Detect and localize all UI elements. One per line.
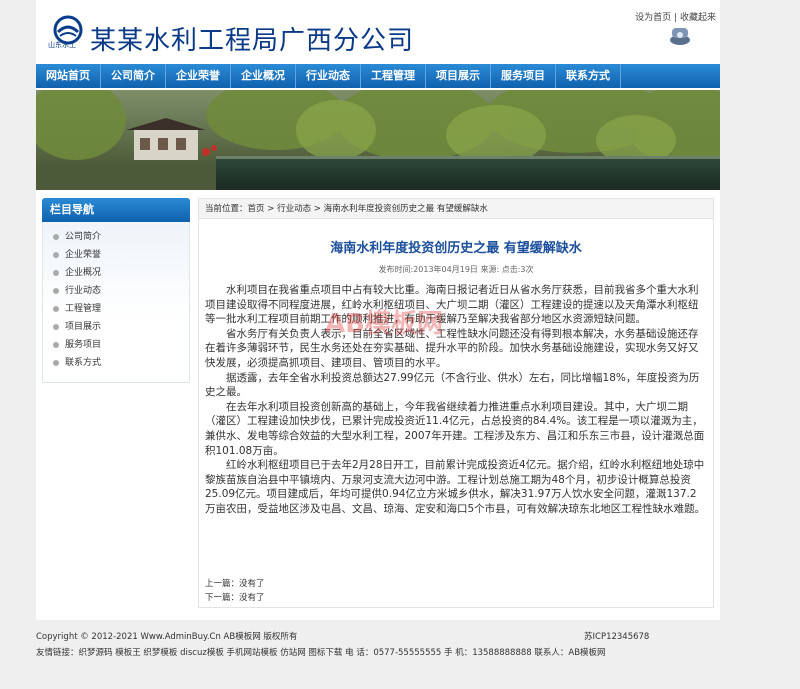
sidebar-list: 公司简介 企业荣誉 企业概况 行业动态 工程管理 项目展示 服务项目 联系方式 xyxy=(42,222,190,383)
sidebar-item-services[interactable]: 服务项目 xyxy=(53,336,189,354)
breadcrumb-home-link[interactable]: 首页 xyxy=(248,204,265,214)
top-links-separator: | xyxy=(674,13,678,23)
article-title: 海南水利年度投资创历史之最 有望缓解缺水 xyxy=(330,241,582,256)
bullet-icon xyxy=(53,323,59,330)
top-links: 设为首页 | 收藏起来 xyxy=(635,10,716,23)
sidebar-item-label: 企业概况 xyxy=(65,268,102,278)
nav-item-home[interactable]: 网站首页 xyxy=(36,64,101,88)
prev-article-link[interactable]: 上一篇：没有了 xyxy=(205,577,265,591)
banner-scene xyxy=(36,90,720,190)
breadcrumb: 当前位置：首页 > 行业动态 > 海南水利年度投资创历史之最 有望缓解缺水 xyxy=(199,199,713,219)
sidebar-item-project-management[interactable]: 工程管理 xyxy=(53,300,189,318)
nav-item-contact[interactable]: 联系方式 xyxy=(556,64,621,88)
friend-links[interactable]: 友情链接：织梦源码 模板王 织梦模板 discuz模板 手机网站模板 仿站网 图… xyxy=(36,646,606,658)
article-paragraph: 水利项目在我省重点项目中占有较大比重。海南日报记者近日从省水务厅获悉，目前我省多… xyxy=(205,284,699,326)
sidebar-item-label: 行业动态 xyxy=(65,286,102,296)
nav-item-honors[interactable]: 企业荣誉 xyxy=(166,64,231,88)
bullet-icon xyxy=(53,233,59,240)
sidebar-item-company-intro[interactable]: 公司简介 xyxy=(53,228,189,246)
phone-icon xyxy=(670,28,690,45)
banner-image xyxy=(36,90,720,190)
nav-item-services[interactable]: 服务项目 xyxy=(491,64,556,88)
sidebar-item-honors[interactable]: 企业荣誉 xyxy=(53,246,189,264)
breadcrumb-separator: > xyxy=(264,204,278,214)
sidebar-item-label: 工程管理 xyxy=(65,304,102,314)
header: 山东水工 某某水利工程局广西分公司 设为首页 | 收藏起来 xyxy=(36,0,720,64)
sidebar-item-label: 联系方式 xyxy=(65,358,102,368)
sidebar-item-label: 公司简介 xyxy=(65,232,102,242)
sidebar-item-label: 项目展示 xyxy=(65,322,102,332)
sidebar-item-projects[interactable]: 项目展示 xyxy=(53,318,189,336)
bullet-icon xyxy=(53,341,59,348)
sidebar-item-industry-news[interactable]: 行业动态 xyxy=(53,282,189,300)
set-homepage-link[interactable]: 设为首页 xyxy=(635,13,671,23)
article-panel: 当前位置：首页 > 行业动态 > 海南水利年度投资创历史之最 有望缓解缺水 海南… xyxy=(198,198,714,608)
sidebar-item-overview[interactable]: 企业概况 xyxy=(53,264,189,282)
nav-item-overview[interactable]: 企业概况 xyxy=(231,64,296,88)
bullet-icon xyxy=(53,305,59,312)
sidebar-item-label: 服务项目 xyxy=(65,340,102,350)
sidebar: 栏目导航 公司简介 企业荣誉 企业概况 行业动态 工程管理 项目展示 服务项目 … xyxy=(42,198,190,388)
article-paragraph: 省水务厅有关负责人表示，目前全省区域性、工程性缺水问题还没有得到根本解决，水务基… xyxy=(205,327,699,369)
breadcrumb-category-link[interactable]: 行业动态 xyxy=(277,204,311,214)
article-body: 水利项目在我省重点项目中占有较大比重。海南日报记者近日从省水务厅获悉，目前我省多… xyxy=(205,283,707,517)
bullet-icon xyxy=(53,269,59,276)
copyright-text: Copyright © 2012-2021 Www.AdminBuy.Cn AB… xyxy=(36,632,298,642)
breadcrumb-prefix: 当前位置： xyxy=(205,204,248,214)
sidebar-item-label: 企业荣誉 xyxy=(65,250,102,260)
site-title: 某某水利工程局广西分公司 xyxy=(90,26,415,56)
main-nav: 网站首页 公司简介 企业荣誉 企业概况 行业动态 工程管理 项目展示 服务项目 … xyxy=(36,64,720,88)
article-paragraph: 在去年水利项目投资创新高的基础上，今年我省继续着力推进重点水利项目建设。其中，大… xyxy=(205,400,705,457)
nav-item-projects[interactable]: 项目展示 xyxy=(426,64,491,88)
article-paragraph: 红岭水利枢纽项目已于去年2月28日开工，目前累计完成投资近4亿元。据介绍，红岭水… xyxy=(205,459,706,515)
bullet-icon xyxy=(53,251,59,258)
bullet-icon xyxy=(53,359,59,366)
sidebar-item-contact[interactable]: 联系方式 xyxy=(53,354,189,372)
nav-item-company-intro[interactable]: 公司简介 xyxy=(101,64,166,88)
breadcrumb-separator: > xyxy=(311,204,324,214)
article-paragraph: 据透露，去年全省水利投资总额达27.99亿元（不含行业、供水）左右，同比增幅18… xyxy=(205,371,700,399)
nav-item-project-management[interactable]: 工程管理 xyxy=(361,64,426,88)
page-container: 山东水工 某某水利工程局广西分公司 设为首页 | 收藏起来 网站首页 公司简介 … xyxy=(36,0,720,620)
bookmark-link[interactable]: 收藏起来 xyxy=(680,13,716,23)
icp-number: 苏ICP12345678 xyxy=(584,632,650,642)
sidebar-title: 栏目导航 xyxy=(42,198,190,222)
next-article-link[interactable]: 下一篇：没有了 xyxy=(205,591,265,605)
prev-next-nav: 上一篇：没有了 下一篇：没有了 xyxy=(205,577,265,605)
bullet-icon xyxy=(53,287,59,294)
breadcrumb-current[interactable]: 海南水利年度投资创历史之最 有望缓解缺水 xyxy=(324,204,488,214)
logo-text: 山东水工 xyxy=(48,41,76,49)
article-meta: 发布时间:2013年04月19日 来源: 点击:3次 xyxy=(378,265,534,274)
nav-item-industry-news[interactable]: 行业动态 xyxy=(296,64,361,88)
